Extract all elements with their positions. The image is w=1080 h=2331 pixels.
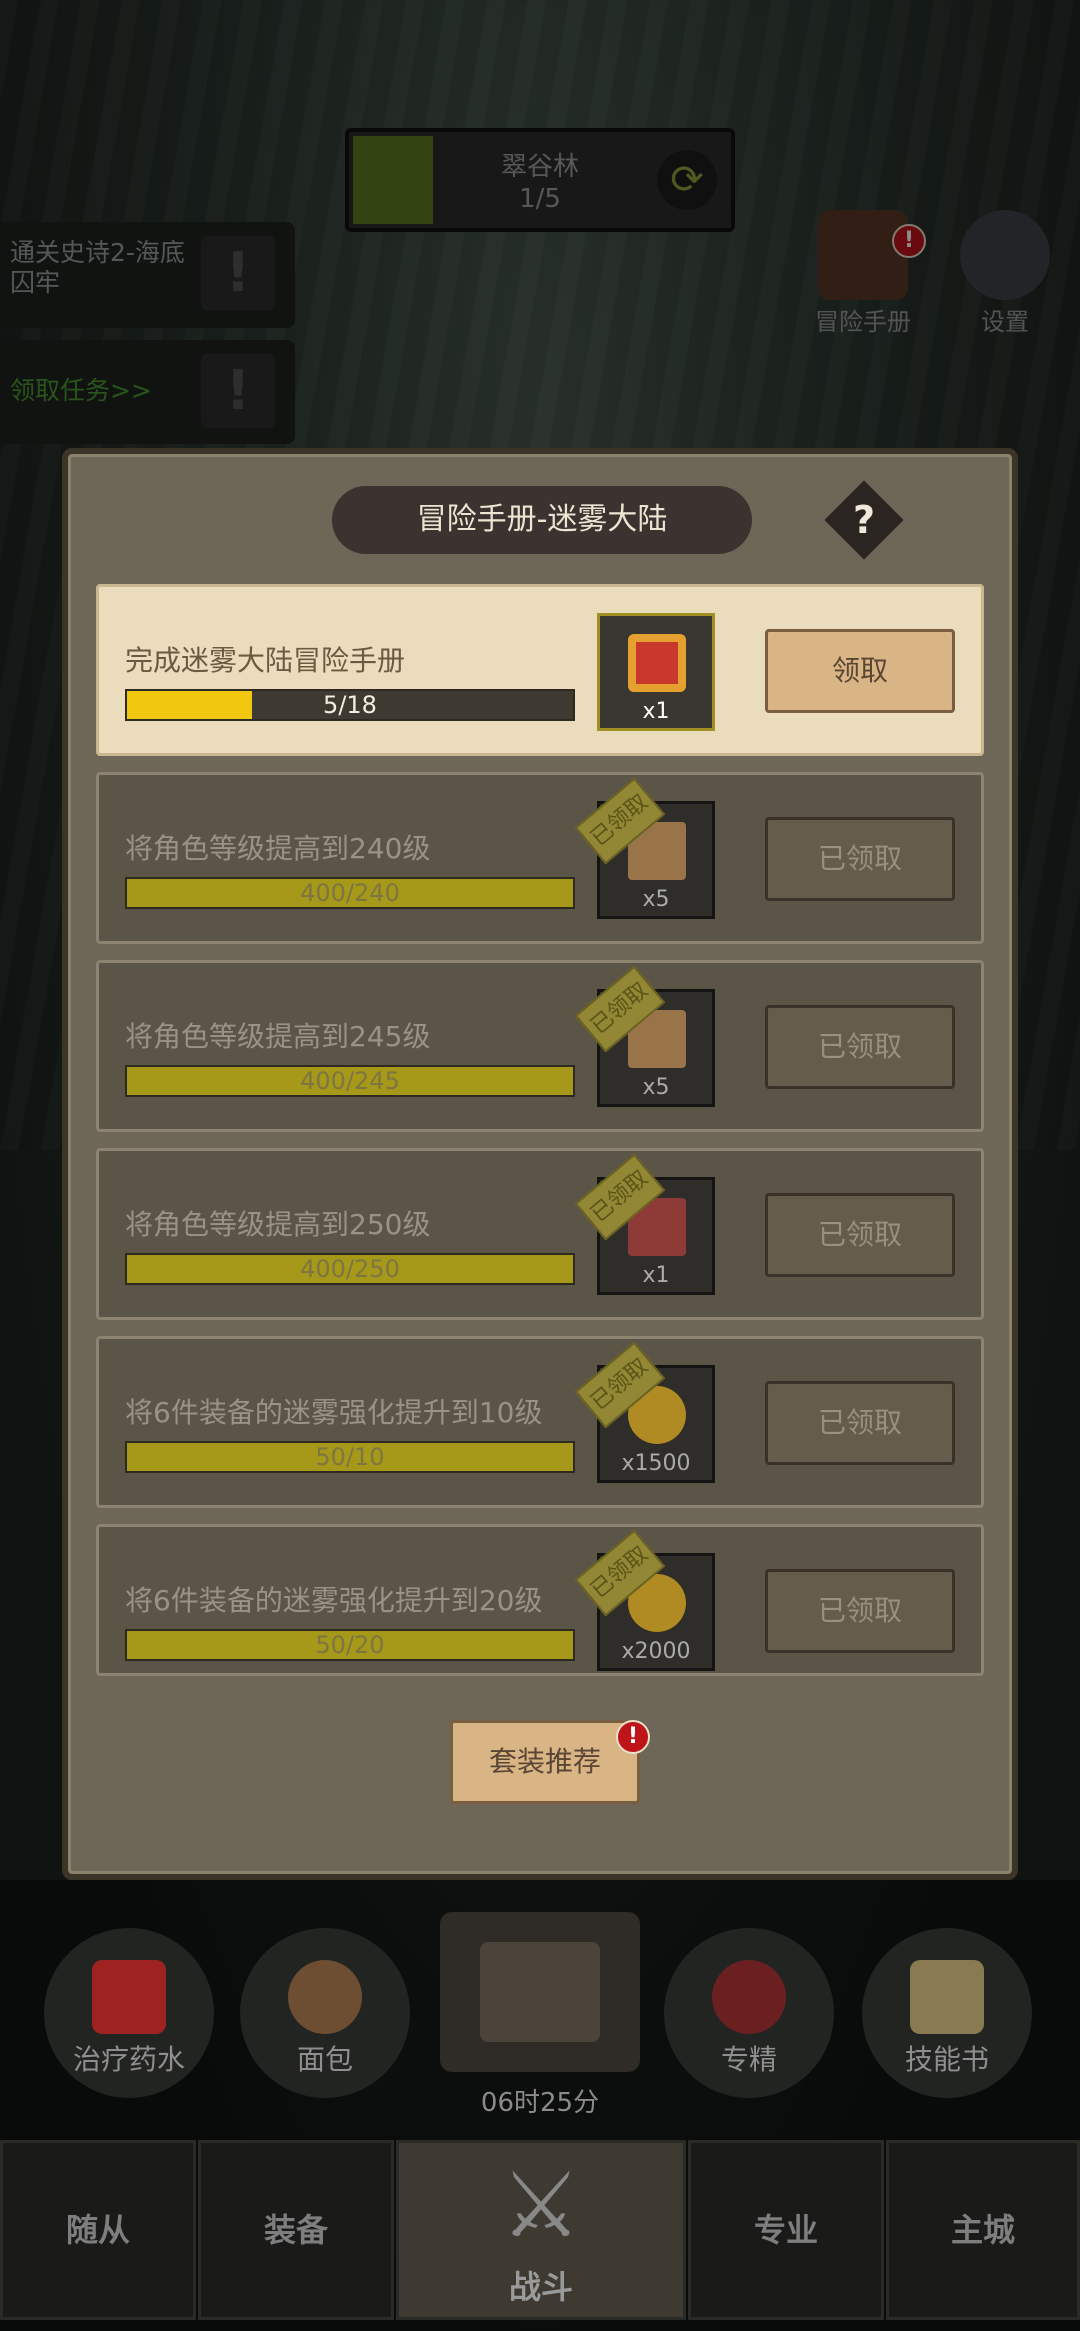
consumable-label: 技能书 [904,2043,989,2076]
task-card: 将角色等级提高到245级 400/245 x5 已领取 已领取 [96,960,984,1132]
task-label: 将6件装备的迷雾强化提升到10级 [125,1396,543,1429]
suit-recommend-button[interactable]: 套装推荐 [450,1720,640,1804]
task-card: 将角色等级提高到240级 400/240 x5 已领取 已领取 [96,772,984,944]
bread-slot[interactable]: 面包 [240,1928,410,2098]
gem-book-icon [628,634,686,692]
nav-battle[interactable]: ⚔ 战斗 [396,2140,686,2320]
consumable-label: 专精 [720,2043,777,2076]
nav-label: 战斗 [508,2268,573,2306]
notification-badge: ! [616,1720,650,1754]
task-progress-bar: 400/250 [125,1253,575,1285]
reward-count: x2000 [621,1639,691,1664]
progress-text: 5/18 [323,691,377,719]
crossed-swords-icon: ⚔ [500,2153,582,2258]
spiral-icon [712,1960,786,2034]
mastery-slot[interactable]: 专精 [664,1928,834,2098]
skill-book-icon [910,1960,984,2034]
claimed-button[interactable]: 已领取 [765,817,955,901]
consumable-label: 治疗药水 [72,2043,185,2076]
reward-count: x5 [642,887,670,912]
nav-followers[interactable]: 随从 [0,2140,196,2320]
task-card: 完成迷雾大陆冒险手册 5/18 x1 领取 [96,584,984,756]
task-progress-bar: 400/240 [125,877,575,909]
task-progress-bar: 5/18 [125,689,575,721]
claimed-button[interactable]: 已领取 [765,1569,955,1653]
progress-text: 400/240 [300,879,400,907]
task-label: 将角色等级提高到250级 [125,1208,431,1241]
claimed-button[interactable]: 已领取 [765,1381,955,1465]
task-label: 将6件装备的迷雾强化提升到20级 [125,1584,543,1617]
claimed-button[interactable]: 已领取 [765,1005,955,1089]
progress-text: 400/245 [300,1067,400,1095]
chest-icon [480,1942,600,2042]
reward-count: x1 [642,1263,670,1288]
task-progress-bar: 400/245 [125,1065,575,1097]
nav-equipment[interactable]: 装备 [198,2140,394,2320]
reward-count: x5 [642,1075,670,1100]
consumable-label: 面包 [296,2043,353,2076]
progress-text: 400/250 [300,1255,400,1283]
reward-count: x1 [642,699,670,724]
task-progress-bar: 50/10 [125,1441,575,1473]
reward-slot[interactable]: x1 [597,613,715,731]
task-label: 将角色等级提高到245级 [125,1020,431,1053]
adventure-book-dialog: 冒险手册-迷雾大陆 ? 完成迷雾大陆冒险手册 5/18 x1 领取 将角色等级提… [62,448,1018,1880]
dialog-title: 冒险手册-迷雾大陆 [332,486,752,554]
chest-timer: 06时25分 [480,2088,600,2118]
question-icon: ? [852,498,876,542]
task-card: 将6件装备的迷雾强化提升到20级 50/20 x2000 已领取 已领取 [96,1524,984,1676]
nav-main-city[interactable]: 主城 [886,2140,1080,2320]
task-progress-bar: 50/20 [125,1629,575,1661]
bread-icon [288,1960,362,2034]
progress-text: 50/20 [315,1631,385,1659]
help-button[interactable]: ? [824,480,904,560]
potion-slot[interactable]: 治疗药水 [44,1928,214,2098]
task-card: 将6件装备的迷雾强化提升到10级 50/10 x1500 已领取 已领取 [96,1336,984,1508]
task-card: 将角色等级提高到250级 400/250 x1 已领取 已领取 [96,1148,984,1320]
task-label: 完成迷雾大陆冒险手册 [125,644,406,677]
potion-icon [92,1960,166,2034]
task-label: 将角色等级提高到240级 [125,832,431,865]
reward-count: x1500 [621,1451,691,1476]
treasure-chest[interactable] [440,1912,640,2072]
progress-text: 50/10 [315,1443,385,1471]
nav-profession[interactable]: 专业 [688,2140,884,2320]
claim-button[interactable]: 领取 [765,629,955,713]
skill-book-slot[interactable]: 技能书 [862,1928,1032,2098]
claimed-button[interactable]: 已领取 [765,1193,955,1277]
